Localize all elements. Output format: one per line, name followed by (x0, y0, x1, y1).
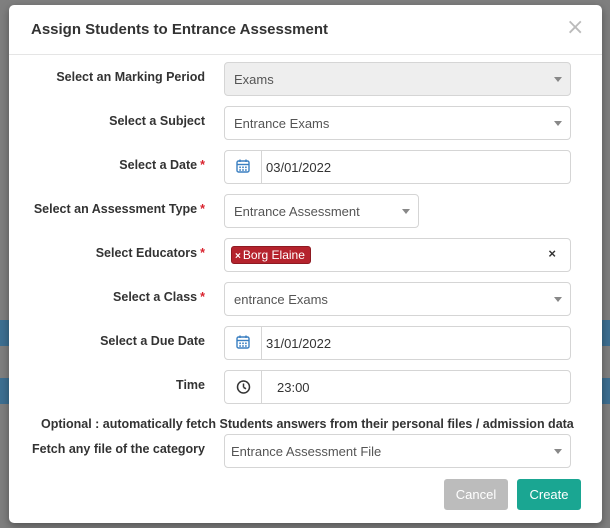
required-marker: * (200, 202, 205, 216)
file-category-value: Entrance Assessment File (231, 444, 382, 459)
file-category-select[interactable]: Entrance Assessment File (224, 434, 571, 468)
subject-value: Entrance Exams (234, 116, 330, 131)
assessment-type-label: Select an Assessment Type * (33, 202, 205, 216)
assessment-type-value: Entrance Assessment (234, 204, 360, 219)
date-row: Select a Date * 03/01/2022 (9, 150, 602, 184)
due-date-addon[interactable] (225, 327, 262, 359)
marking-period-select[interactable]: Exams (224, 62, 571, 96)
date-addon[interactable] (225, 151, 262, 183)
time-addon[interactable] (225, 371, 262, 403)
date-input[interactable]: 03/01/2022 (224, 150, 571, 184)
close-icon[interactable]: × (566, 17, 584, 39)
required-marker: * (200, 246, 205, 260)
chevron-down-icon (554, 449, 562, 454)
calendar-icon (236, 335, 250, 349)
time-input[interactable]: 23:00 (224, 370, 571, 404)
clear-selection-icon[interactable]: × (548, 246, 556, 261)
tag-remove-icon[interactable]: × (235, 251, 241, 262)
date-value: 03/01/2022 (266, 160, 332, 175)
cancel-button[interactable]: Cancel (444, 479, 508, 510)
assessment-type-row: Select an Assessment Type * Entrance Asse… (9, 194, 602, 228)
class-select[interactable]: entrance Exams (224, 282, 571, 316)
educator-tag: × Borg Elaine (231, 246, 311, 264)
marking-period-row: Select an Marking Period Exams (9, 62, 602, 96)
optional-note: Optional : automatically fetch Students … (41, 417, 574, 431)
class-value: entrance Exams (234, 292, 328, 307)
assessment-type-select[interactable]: Entrance Assessment (224, 194, 419, 228)
marking-period-label: Select an Marking Period (56, 70, 205, 84)
chevron-down-icon (554, 77, 562, 82)
date-label: Select a Date * (119, 158, 205, 172)
calendar-icon (236, 159, 250, 173)
educators-multiselect[interactable]: × Borg Elaine × (224, 238, 571, 272)
assign-students-modal: Assign Students to Entrance Assessment ×… (9, 5, 602, 523)
time-value: 23:00 (277, 380, 310, 395)
chevron-down-icon (554, 297, 562, 302)
class-row: Select a Class * entrance Exams (9, 282, 602, 316)
due-date-input[interactable]: 31/01/2022 (224, 326, 571, 360)
marking-period-value: Exams (234, 72, 274, 87)
required-marker: * (200, 290, 205, 304)
file-category-row: Fetch any file of the category Entrance … (9, 434, 602, 468)
educators-label: Select Educators * (95, 246, 205, 260)
create-button[interactable]: Create (517, 479, 581, 510)
subject-label: Select a Subject (109, 114, 205, 128)
required-marker: * (200, 158, 205, 172)
chevron-down-icon (402, 209, 410, 214)
educators-row: Select Educators * × Borg Elaine × (9, 238, 602, 272)
due-date-label: Select a Due Date (100, 334, 205, 348)
class-label: Select a Class * (113, 290, 205, 304)
clock-icon (236, 380, 251, 394)
time-row: Time 23:00 (9, 370, 602, 404)
modal-title: Assign Students to Entrance Assessment (31, 21, 329, 38)
modal-header: Assign Students to Entrance Assessment × (9, 5, 602, 55)
subject-select[interactable]: Entrance Exams (224, 106, 571, 140)
educator-tag-label: Borg Elaine (242, 248, 305, 262)
due-date-value: 31/01/2022 (266, 336, 332, 351)
subject-row: Select a Subject Entrance Exams (9, 106, 602, 140)
due-date-row: Select a Due Date 31/01/2022 (9, 326, 602, 360)
chevron-down-icon (554, 121, 562, 126)
file-category-label: Fetch any file of the category (32, 442, 205, 456)
time-label: Time (176, 378, 205, 392)
